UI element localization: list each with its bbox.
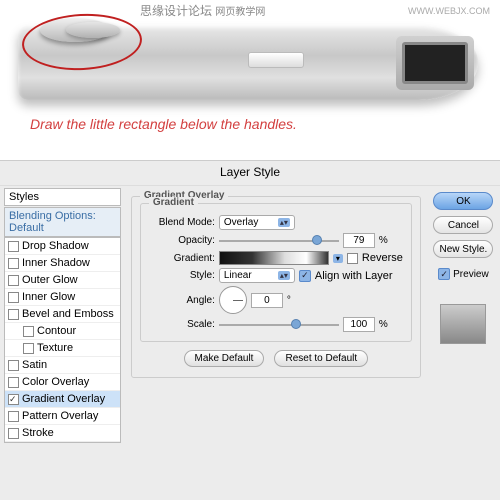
style-item-label: Stroke	[22, 427, 54, 439]
gradient-dropdown-icon[interactable]: ▾	[333, 254, 343, 263]
site-suffix: 网页教学网	[215, 7, 265, 18]
preview-checkbox[interactable]: ✓	[438, 268, 450, 280]
pct-label: %	[379, 235, 388, 246]
gradient-inner-group: Gradient Blend Mode: Overlay▴▾ Opacity: …	[140, 203, 412, 342]
style-checkbox[interactable]	[23, 343, 34, 354]
style-item-gradient-overlay[interactable]: Gradient Overlay	[5, 391, 120, 408]
scale-slider[interactable]	[219, 319, 339, 331]
styles-column: Styles Blending Options: Default Drop Sh…	[0, 186, 125, 496]
gradient-label: Gradient:	[149, 253, 215, 264]
gradient-swatch[interactable]	[219, 251, 329, 265]
style-item-stroke[interactable]: Stroke	[5, 425, 120, 442]
style-item-inner-shadow[interactable]: Inner Shadow	[5, 255, 120, 272]
camera-viewfinder	[396, 36, 474, 90]
settings-column: Gradient Overlay Gradient Blend Mode: Ov…	[125, 186, 427, 496]
style-checkbox[interactable]	[23, 326, 34, 337]
blending-options[interactable]: Blending Options: Default	[4, 207, 121, 237]
style-item-inner-glow[interactable]: Inner Glow	[5, 289, 120, 306]
reverse-label: Reverse	[362, 252, 403, 264]
gradient-overlay-group: Gradient Overlay Gradient Blend Mode: Ov…	[131, 196, 421, 378]
styles-header[interactable]: Styles	[4, 188, 121, 206]
style-checkbox[interactable]	[8, 411, 19, 422]
style-checkbox[interactable]	[8, 377, 19, 388]
style-item-label: Inner Shadow	[22, 257, 90, 269]
angle-label: Angle:	[149, 295, 215, 306]
angle-dial[interactable]	[219, 286, 247, 314]
opacity-slider[interactable]	[219, 235, 339, 247]
pct-label2: %	[379, 319, 388, 330]
style-item-label: Inner Glow	[22, 291, 75, 303]
reverse-checkbox[interactable]	[347, 253, 358, 264]
style-checkbox[interactable]	[8, 275, 19, 286]
style-item-label: Gradient Overlay	[22, 393, 105, 405]
preview-label: Preview	[453, 269, 489, 280]
reset-default-button[interactable]: Reset to Default	[274, 350, 368, 367]
style-item-label: Outer Glow	[22, 274, 78, 286]
caption-text: Draw the little rectangle below the hand…	[30, 116, 297, 132]
style-item-outer-glow[interactable]: Outer Glow	[5, 272, 120, 289]
scale-label: Scale:	[149, 319, 215, 330]
style-checkbox[interactable]	[8, 292, 19, 303]
blend-mode-select[interactable]: Overlay▴▾	[219, 215, 295, 230]
align-label: Align with Layer	[315, 270, 393, 282]
preview-swatch	[440, 304, 486, 344]
style-checkbox[interactable]	[8, 241, 19, 252]
style-item-color-overlay[interactable]: Color Overlay	[5, 374, 120, 391]
style-label: Style:	[149, 270, 215, 281]
style-checkbox[interactable]	[8, 394, 19, 405]
site-cn: 思缘设计论坛	[140, 4, 212, 18]
style-item-contour[interactable]: Contour	[5, 323, 120, 340]
style-checkbox[interactable]	[8, 360, 19, 371]
style-item-label: Pattern Overlay	[22, 410, 98, 422]
style-item-label: Texture	[37, 342, 73, 354]
style-checkbox[interactable]	[8, 309, 19, 320]
style-item-pattern-overlay[interactable]: Pattern Overlay	[5, 408, 120, 425]
align-checkbox[interactable]: ✓	[299, 270, 311, 282]
style-item-satin[interactable]: Satin	[5, 357, 120, 374]
chevron-updown-icon: ▴▾	[278, 218, 290, 227]
cancel-button[interactable]: Cancel	[433, 216, 493, 234]
inner-label: Gradient	[149, 197, 198, 208]
chevron-updown-icon: ▴▾	[278, 271, 290, 280]
style-item-label: Drop Shadow	[22, 240, 89, 252]
style-item-label: Bevel and Emboss	[22, 308, 114, 320]
angle-value[interactable]: 0	[251, 293, 283, 308]
blend-mode-label: Blend Mode:	[149, 217, 215, 228]
new-style-button[interactable]: New Style.	[433, 240, 493, 258]
style-item-label: Satin	[22, 359, 47, 371]
style-item-label: Contour	[37, 325, 76, 337]
deg-label: °	[287, 295, 291, 306]
style-item-texture[interactable]: Texture	[5, 340, 120, 357]
camera-flash	[248, 52, 304, 68]
style-item-label: Color Overlay	[22, 376, 89, 388]
opacity-value[interactable]: 79	[343, 233, 375, 248]
opacity-label: Opacity:	[149, 235, 215, 246]
layer-style-dialog: Layer Style Styles Blending Options: Def…	[0, 160, 500, 500]
right-column: OK Cancel New Style. ✓ Preview	[427, 186, 500, 496]
style-checkbox[interactable]	[8, 428, 19, 439]
dialog-title: Layer Style	[0, 161, 500, 186]
style-select[interactable]: Linear▴▾	[219, 268, 295, 283]
site-url: WWW.WEBJX.COM	[408, 6, 490, 16]
style-checkbox[interactable]	[8, 258, 19, 269]
make-default-button[interactable]: Make Default	[184, 350, 265, 367]
style-item-drop-shadow[interactable]: Drop Shadow	[5, 238, 120, 255]
style-list: Drop Shadow Inner Shadow Outer Glow Inner G…	[4, 237, 121, 443]
scale-value[interactable]: 100	[343, 317, 375, 332]
style-item-bevel-and-emboss[interactable]: Bevel and Emboss	[5, 306, 120, 323]
ok-button[interactable]: OK	[433, 192, 493, 210]
